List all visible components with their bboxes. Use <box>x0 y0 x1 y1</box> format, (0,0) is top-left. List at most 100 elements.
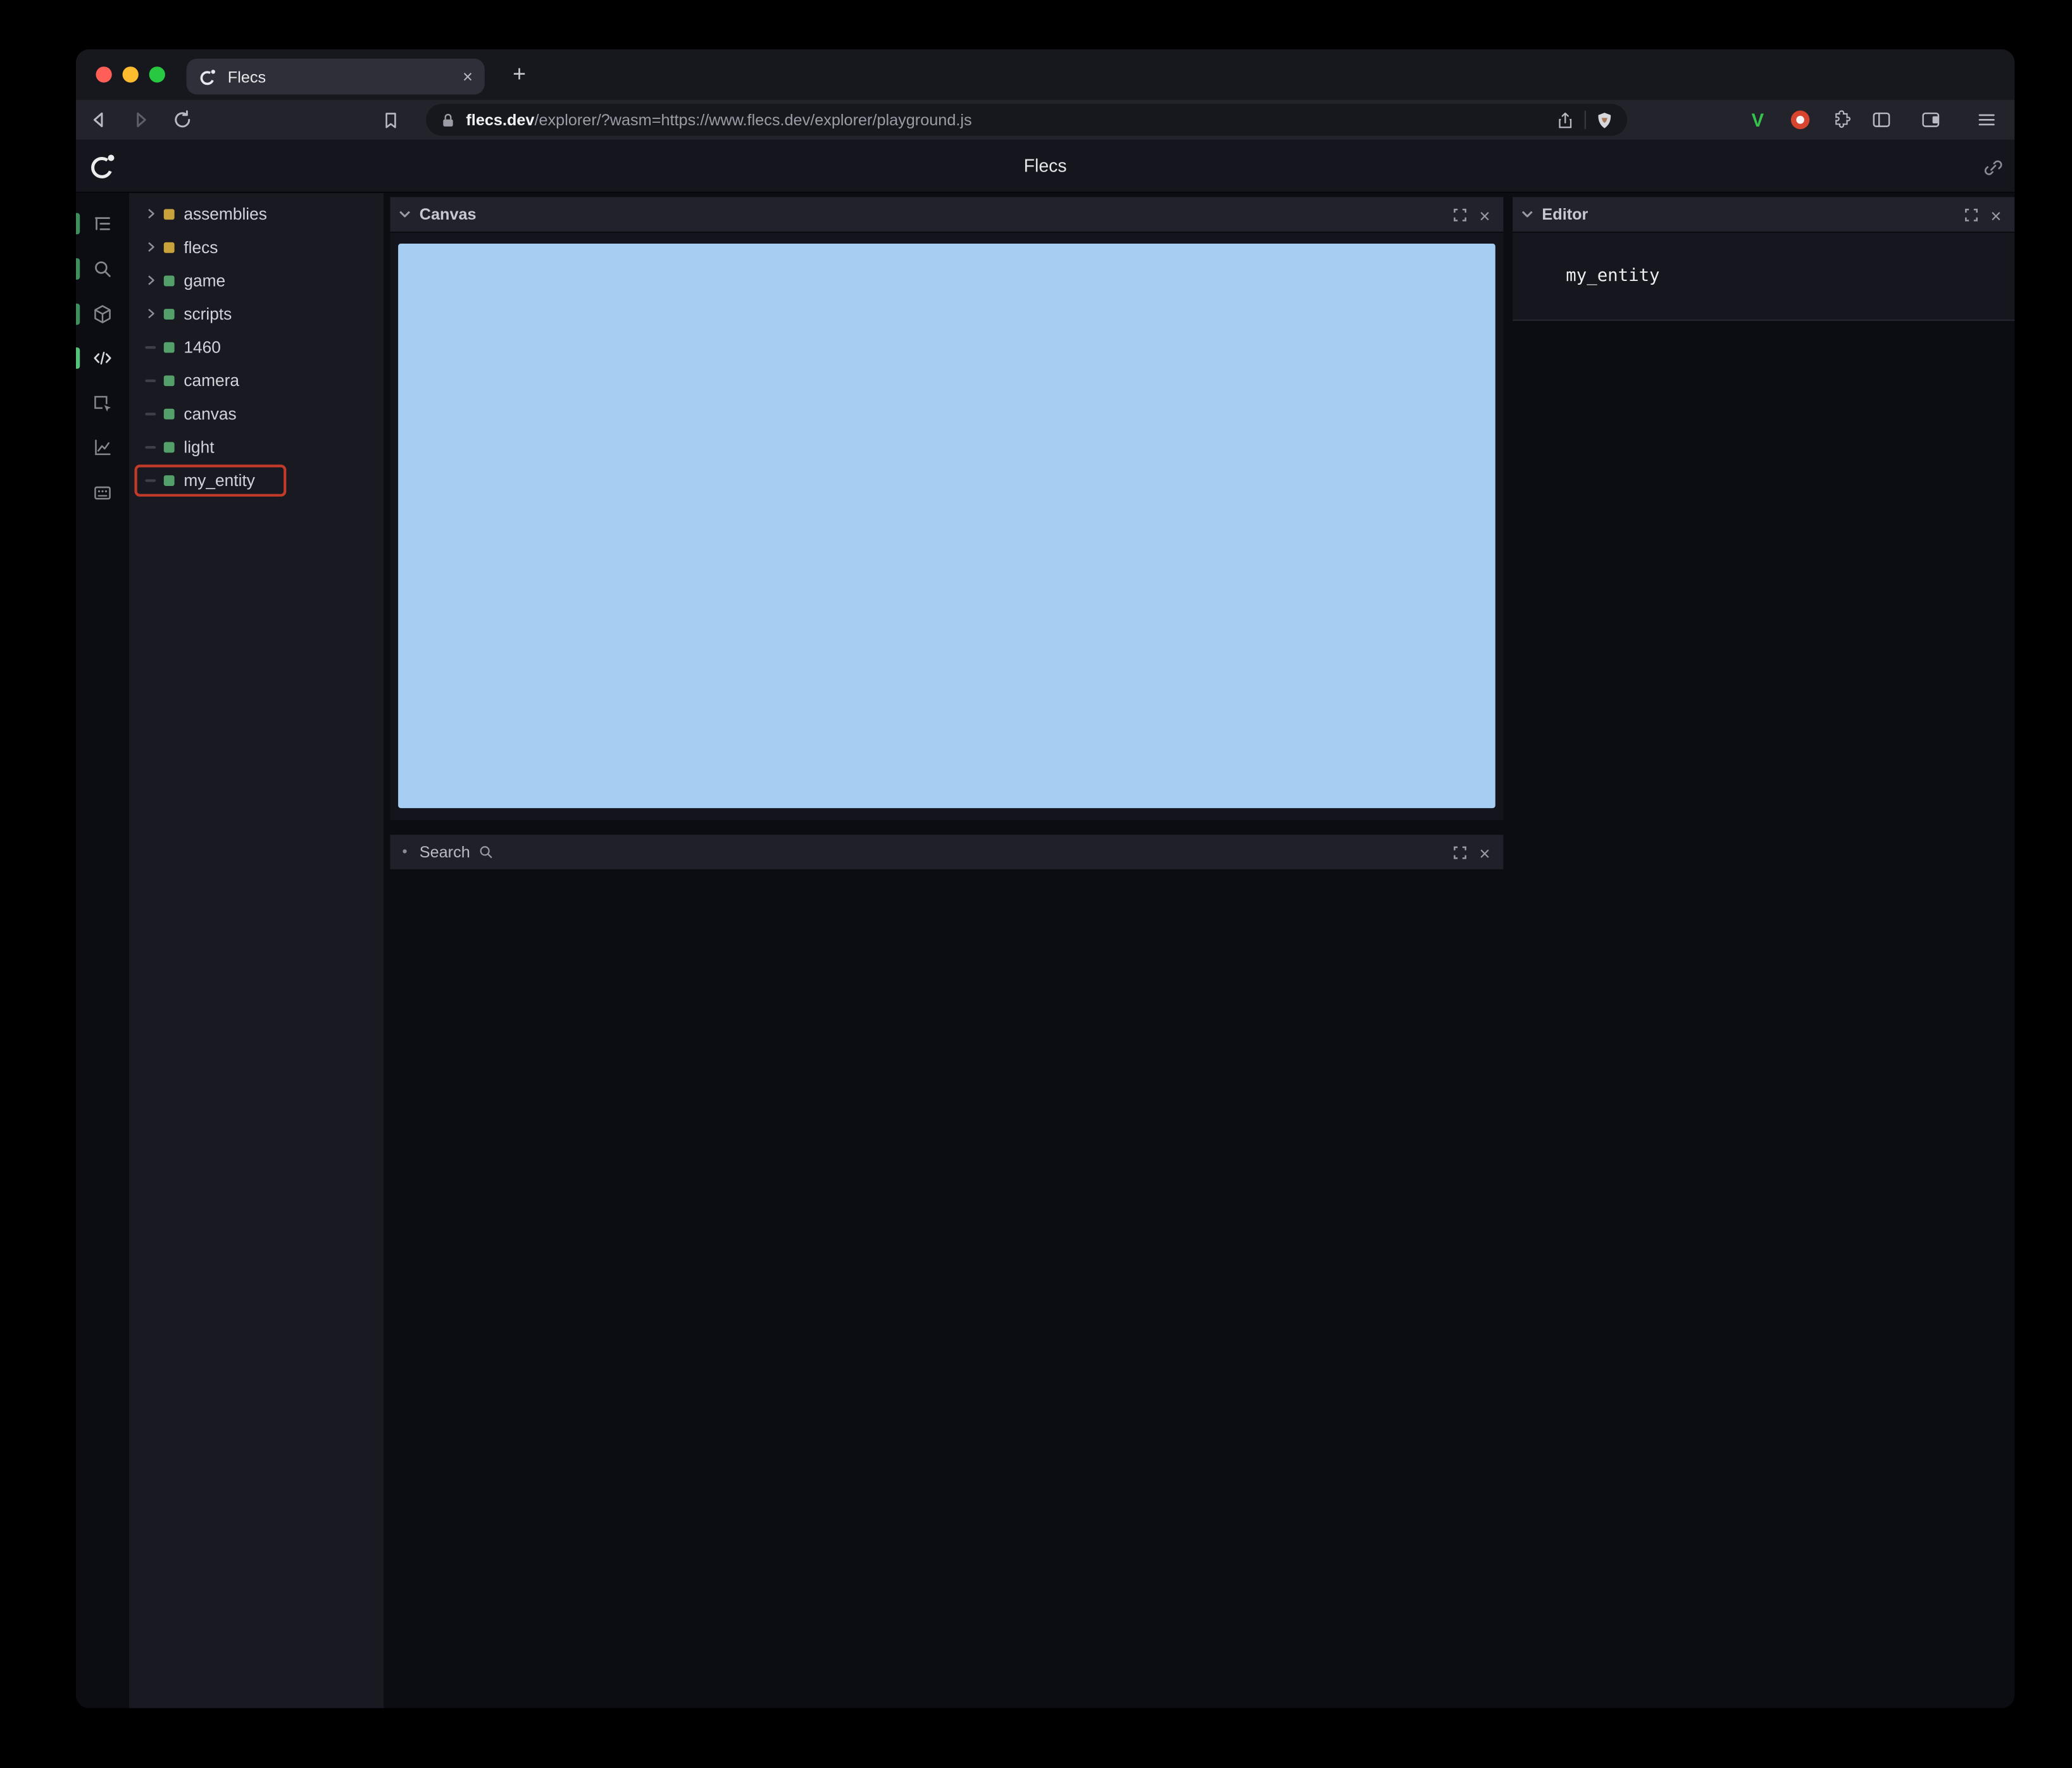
app-header: Flecs <box>75 139 2015 194</box>
extensions-puzzle-icon[interactable] <box>1824 103 1859 137</box>
editor-panel-header[interactable]: Editor × <box>1513 197 2015 233</box>
leaf-dash-icon <box>145 345 156 349</box>
page-title: Flecs <box>1023 156 1067 176</box>
tree-row-light[interactable]: light <box>129 430 384 464</box>
fullscreen-icon[interactable] <box>1447 197 1471 233</box>
tab-bar: Flecs × + <box>75 49 2015 100</box>
rail-indicator <box>75 347 80 369</box>
tree-label: my_entity <box>184 470 255 490</box>
tree-label: flecs <box>184 237 218 257</box>
divider <box>1584 110 1586 130</box>
menu-hamburger-icon[interactable] <box>1969 103 2004 137</box>
back-button[interactable] <box>81 103 116 137</box>
rail-code-button[interactable] <box>85 341 120 376</box>
browser-tab[interactable]: Flecs × <box>186 58 485 95</box>
tree-label: canvas <box>184 404 237 423</box>
screen: Flecs × + flecs.dev/explorer/?wasm=https… <box>0 0 2072 1768</box>
entity-tree-panel: assemblies flecs game scripts 1460 camer… <box>129 193 384 1709</box>
extension-red-icon[interactable] <box>1783 103 1818 137</box>
rail-inspector-button[interactable] <box>85 386 120 421</box>
tree-label: scripts <box>184 304 232 323</box>
bookmark-icon[interactable] <box>373 103 408 137</box>
entity-swatch <box>163 308 175 319</box>
rail-indicator <box>75 303 80 325</box>
window-minimize-button[interactable] <box>122 66 139 83</box>
tree-row-canvas[interactable]: canvas <box>129 397 384 430</box>
rail-search-button[interactable] <box>85 252 120 287</box>
rail-stats-button[interactable] <box>85 430 120 465</box>
editor-content: my_entity <box>1566 266 1660 287</box>
search-icon <box>480 846 492 858</box>
rail-entities-button[interactable] <box>85 297 120 332</box>
tree-label: assemblies <box>184 204 267 223</box>
tree-row-scripts[interactable]: scripts <box>129 297 384 330</box>
tree-row-camera[interactable]: camera <box>129 363 384 397</box>
chevron-right-icon[interactable] <box>145 274 157 286</box>
entity-swatch <box>163 375 175 386</box>
browser-toolbar: flecs.dev/explorer/?wasm=https://www.fle… <box>75 99 2015 140</box>
extension-v-icon[interactable]: V <box>1740 103 1775 137</box>
canvas-panel-title: Canvas <box>419 205 477 224</box>
bullet-icon: • <box>402 844 408 861</box>
close-icon[interactable]: × <box>1984 197 2008 233</box>
editor-panel-title: Editor <box>1542 205 1588 224</box>
address-bar[interactable]: flecs.dev/explorer/?wasm=https://www.fle… <box>426 104 1628 136</box>
tree-row-assemblies[interactable]: assemblies <box>129 197 384 230</box>
tree-row-1460[interactable]: 1460 <box>129 330 384 364</box>
url-domain: flecs.dev <box>466 110 535 130</box>
tab-title: Flecs <box>227 67 266 86</box>
share-icon[interactable] <box>1555 110 1575 130</box>
search-panel: • Search × <box>390 835 1504 871</box>
flecs-favicon <box>200 69 216 85</box>
window-zoom-button[interactable] <box>149 66 165 83</box>
leaf-dash-icon <box>145 378 156 382</box>
chevron-right-icon[interactable] <box>145 308 157 320</box>
reload-button[interactable] <box>165 103 200 137</box>
wallet-panel-icon[interactable] <box>1913 103 1948 137</box>
url-text: flecs.dev/explorer/?wasm=https://www.fle… <box>466 111 971 129</box>
brave-shields-icon[interactable] <box>1595 110 1614 130</box>
rail-tree-button[interactable] <box>85 206 120 241</box>
fullscreen-icon[interactable] <box>1447 835 1471 871</box>
chevron-right-icon[interactable] <box>145 241 157 253</box>
traffic-lights <box>96 66 165 83</box>
fullscreen-icon[interactable] <box>1959 197 1983 233</box>
leaf-dash-icon <box>145 445 156 448</box>
rail-indicator <box>75 258 80 280</box>
search-panel-title: Search <box>419 842 470 862</box>
tree-row-flecs[interactable]: flecs <box>129 230 384 264</box>
rail-commands-button[interactable] <box>85 475 120 510</box>
close-icon[interactable]: × <box>1473 197 1497 233</box>
entity-swatch <box>163 475 175 485</box>
rail-indicator <box>75 213 80 235</box>
chevron-down-icon[interactable] <box>390 209 419 220</box>
tree-row-game[interactable]: game <box>129 264 384 297</box>
entity-swatch <box>163 341 175 352</box>
search-panel-header[interactable]: • Search × <box>390 835 1504 871</box>
lock-icon <box>443 113 453 126</box>
tree-label: camera <box>184 370 240 390</box>
share-link-icon[interactable] <box>1980 154 2007 181</box>
canvas-panel-body <box>390 233 1504 821</box>
editor-panel-body[interactable]: my_entity <box>1513 233 2015 321</box>
entity-swatch <box>163 441 175 452</box>
panel-rail <box>75 193 129 1708</box>
chevron-right-icon[interactable] <box>145 208 157 220</box>
editor-panel: Editor × my_entity <box>1513 197 2015 321</box>
tree-label: game <box>184 271 226 290</box>
render-canvas[interactable] <box>398 244 1495 809</box>
close-icon[interactable]: × <box>1473 835 1497 871</box>
entity-swatch <box>163 408 175 419</box>
tree-label: 1460 <box>184 337 221 356</box>
browser-window: Flecs × + flecs.dev/explorer/?wasm=https… <box>75 49 2015 1709</box>
forward-button[interactable] <box>124 103 159 137</box>
sidebar-toggle-icon[interactable] <box>1864 103 1899 137</box>
window-close-button[interactable] <box>96 66 112 83</box>
tree-label: light <box>184 437 215 456</box>
chevron-down-icon[interactable] <box>1513 209 1542 220</box>
canvas-panel: Canvas × <box>390 197 1504 821</box>
tree-row-my-entity[interactable]: my_entity <box>129 463 384 497</box>
canvas-panel-header[interactable]: Canvas × <box>390 197 1504 233</box>
new-tab-button[interactable]: + <box>504 60 534 89</box>
tab-close-icon[interactable]: × <box>463 68 473 85</box>
